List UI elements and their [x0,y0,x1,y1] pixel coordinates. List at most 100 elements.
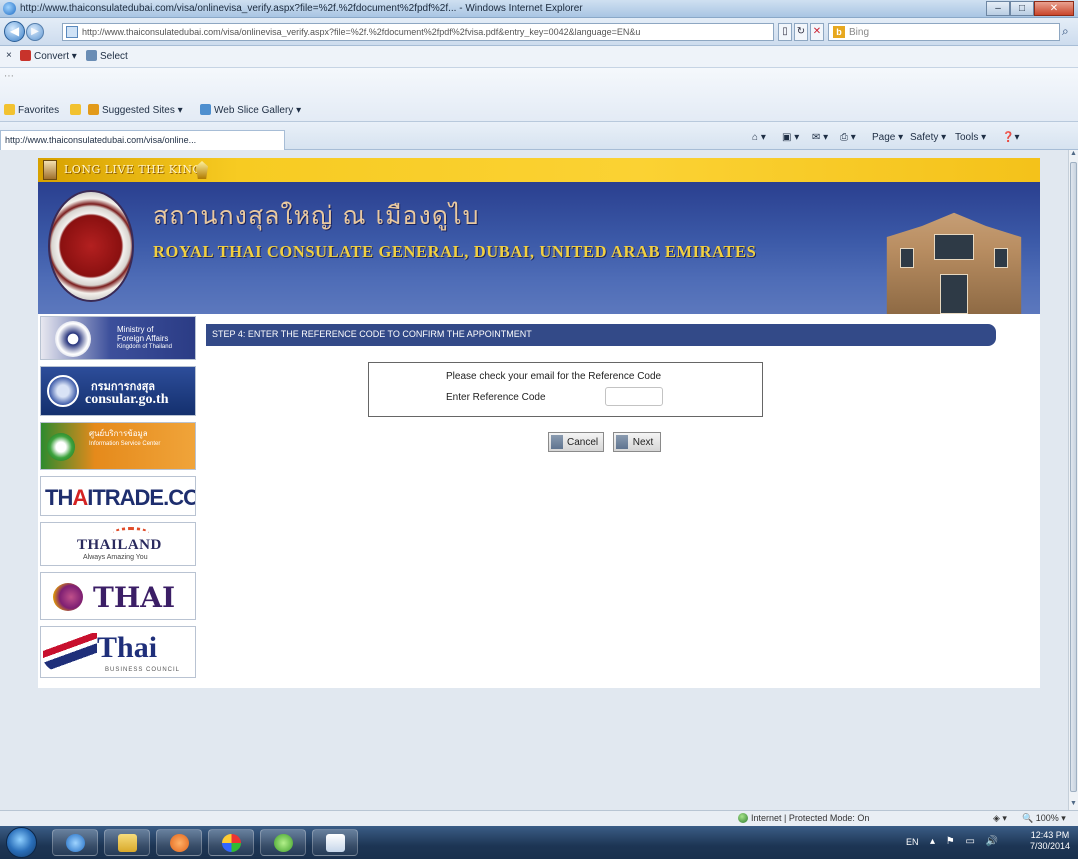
start-button[interactable] [6,827,37,858]
home-icon[interactable]: ⌂ ▾ [752,132,766,143]
favorites-label: Favorites [18,105,60,116]
system-tray: EN ▴ ⚑ ▭ 🔊 12:43 PM 7/30/2014 [900,826,1078,859]
safety-menu[interactable]: Safety ▾ [910,132,946,143]
search-input[interactable]: b Bing [828,23,1060,41]
refresh-button[interactable]: ↻ [794,23,808,41]
consular-seal-icon [47,375,79,407]
select-icon [86,50,97,61]
building-window [994,248,1008,268]
taskbar-internet-explorer[interactable] [52,829,98,856]
windows-taskbar: EN ▴ ⚑ ▭ 🔊 12:43 PM 7/30/2014 [0,826,1078,859]
tray-icons[interactable]: ▴ ⚑ ▭ 🔊 [930,836,1002,847]
app-icon [222,834,241,852]
web-slice-gallery-link[interactable]: Web Slice Gallery ▾ [200,104,301,116]
shield-icon[interactable]: ◈ ▾ [993,813,1007,824]
stop-button[interactable]: ✕ [810,23,824,41]
top-strip: LONG LIVE THE KING [38,158,1040,182]
select-label: Select [100,51,128,62]
sidebar-thai-airways-link[interactable]: THAI [40,572,196,620]
search-icon[interactable]: ⌕ [1062,24,1069,39]
minimize-button[interactable]: – [986,1,1010,16]
toolbar-grip: ⋯ [4,71,14,82]
taskbar-document[interactable] [312,829,358,856]
tab-title: http://www.thaiconsulatedubai.com/visa/o… [5,135,197,145]
suggested-sites-link[interactable]: Suggested Sites ▾ [88,104,183,116]
status-bar: Internet | Protected Mode: On ◈ ▾ 🔍 100%… [0,810,1078,826]
consulate-site: LONG LIVE THE KING สถานกงสุลใหญ่ ณ เมือง… [38,158,1040,688]
step-header-text: STEP 4: ENTER THE REFERENCE CODE TO CONF… [212,329,532,339]
pdf-icon [20,50,31,61]
taskbar-explorer[interactable] [104,829,150,856]
sidebar-info-center-link[interactable]: ศูนย์บริการข้อมูล Information Service Ce… [40,422,196,470]
tab-active[interactable]: http://www.thaiconsulatedubai.com/visa/o… [0,130,285,150]
suggested-sites-icon [88,104,99,115]
building-window [934,234,974,260]
taskbar-torrent[interactable] [260,829,306,856]
add-favorite-icon[interactable] [70,104,84,116]
sidebar-amazing-thailand-link[interactable]: THAILAND Always Amazing You [40,522,196,566]
reference-code-box: Please check your email for the Referenc… [368,362,763,417]
url-field[interactable]: http://www.thaiconsulatedubai.com/visa/o… [62,23,774,41]
scroll-up-icon[interactable]: ▲ [1069,150,1078,160]
favorites-button[interactable]: Favorites [4,104,59,116]
page-icon [66,26,78,38]
window-controls: – □ ✕ [986,1,1074,17]
compatibility-view-icon[interactable]: ▯ [778,23,792,41]
thaitrade-post: ITRADE.COM [87,485,195,510]
search-placeholder: Bing [849,27,870,38]
url-text: http://www.thaiconsulatedubai.com/visa/o… [82,27,641,37]
consular-domain-label: consular.go.th [85,392,169,407]
cancel-button[interactable]: Cancel [548,432,604,452]
sidebar-thai-business-link[interactable]: Thai BUSINESS COUNCIL [40,626,196,678]
info-center-label: ศูนย์บริการข้อมูล Information Service Ce… [89,429,189,449]
mfa-line3: Kingdom of Thailand [117,344,172,350]
reference-code-label: Enter Reference Code [446,392,546,403]
reference-code-input[interactable] [605,387,663,406]
document-icon [326,834,345,852]
folder-icon [118,834,137,852]
security-zone[interactable]: Internet | Protected Mode: On [738,813,869,823]
clock-time: 12:43 PM [1030,830,1070,840]
language-indicator[interactable]: EN [906,837,919,847]
close-toolbar-icon[interactable]: × [6,50,12,61]
page-viewport: LONG LIVE THE KING สถานกงสุลใหญ่ ณ เมือง… [0,150,1068,810]
sidebar-thaitrade-link[interactable]: THAITRADE.COM [40,476,196,516]
amazing-thailand-tagline: Always Amazing You [83,554,148,561]
step-header: STEP 4: ENTER THE REFERENCE CODE TO CONF… [206,324,996,346]
feeds-icon[interactable]: ▣ ▾ [782,132,799,143]
scroll-down-icon[interactable]: ▼ [1069,800,1078,810]
sidebar: Ministry of Foreign Affairs Kingdom of T… [38,314,198,688]
command-bar: × Convert ▾ Select [0,46,1078,68]
security-zone-label: Internet | Protected Mode: On [751,813,870,823]
zoom-level[interactable]: 🔍 100% ▾ [1022,813,1066,824]
sidebar-mfa-link[interactable]: Ministry of Foreign Affairs Kingdom of T… [40,316,196,360]
close-window-button[interactable]: ✕ [1034,1,1074,16]
info-center-sub: Information Service Center [89,441,161,447]
clock[interactable]: 12:43 PM 7/30/2014 [1030,830,1070,852]
select-button[interactable]: Select [86,50,128,62]
mfa-line2: Foreign Affairs [117,334,169,343]
sidebar-consular-link[interactable]: กรมการกงสุล consular.go.th [40,366,196,416]
thaitrade-accent: A [72,485,88,510]
scroll-thumb[interactable] [1070,162,1077,792]
back-button[interactable]: ◀ [4,21,25,42]
mail-icon[interactable]: ✉ ▾ [812,132,828,143]
zoom-label: 100% [1035,813,1059,823]
clock-date: 7/30/2014 [1030,841,1071,851]
maximize-button[interactable]: □ [1010,1,1034,16]
amazing-thailand-title: THAILAND [77,537,162,553]
info-center-thai: ศูนย์บริการข้อมูล [89,429,148,438]
convert-button[interactable]: Convert ▾ [20,50,77,62]
help-icon[interactable]: ❓▾ [1002,132,1019,143]
forward-button[interactable]: ▶ [26,23,44,41]
vertical-scrollbar[interactable]: ▲ ▼ [1068,150,1078,810]
taskbar-media-player[interactable] [156,829,202,856]
tools-menu[interactable]: Tools ▾ [955,132,986,143]
print-icon[interactable]: ⎙ ▾ [840,132,856,143]
page-menu[interactable]: Page ▾ [872,132,903,143]
info-center-logo-icon [47,433,75,461]
king-portrait [43,160,57,180]
next-button[interactable]: Next [613,432,661,452]
mfa-line1: Ministry of [117,325,154,334]
taskbar-app[interactable] [208,829,254,856]
